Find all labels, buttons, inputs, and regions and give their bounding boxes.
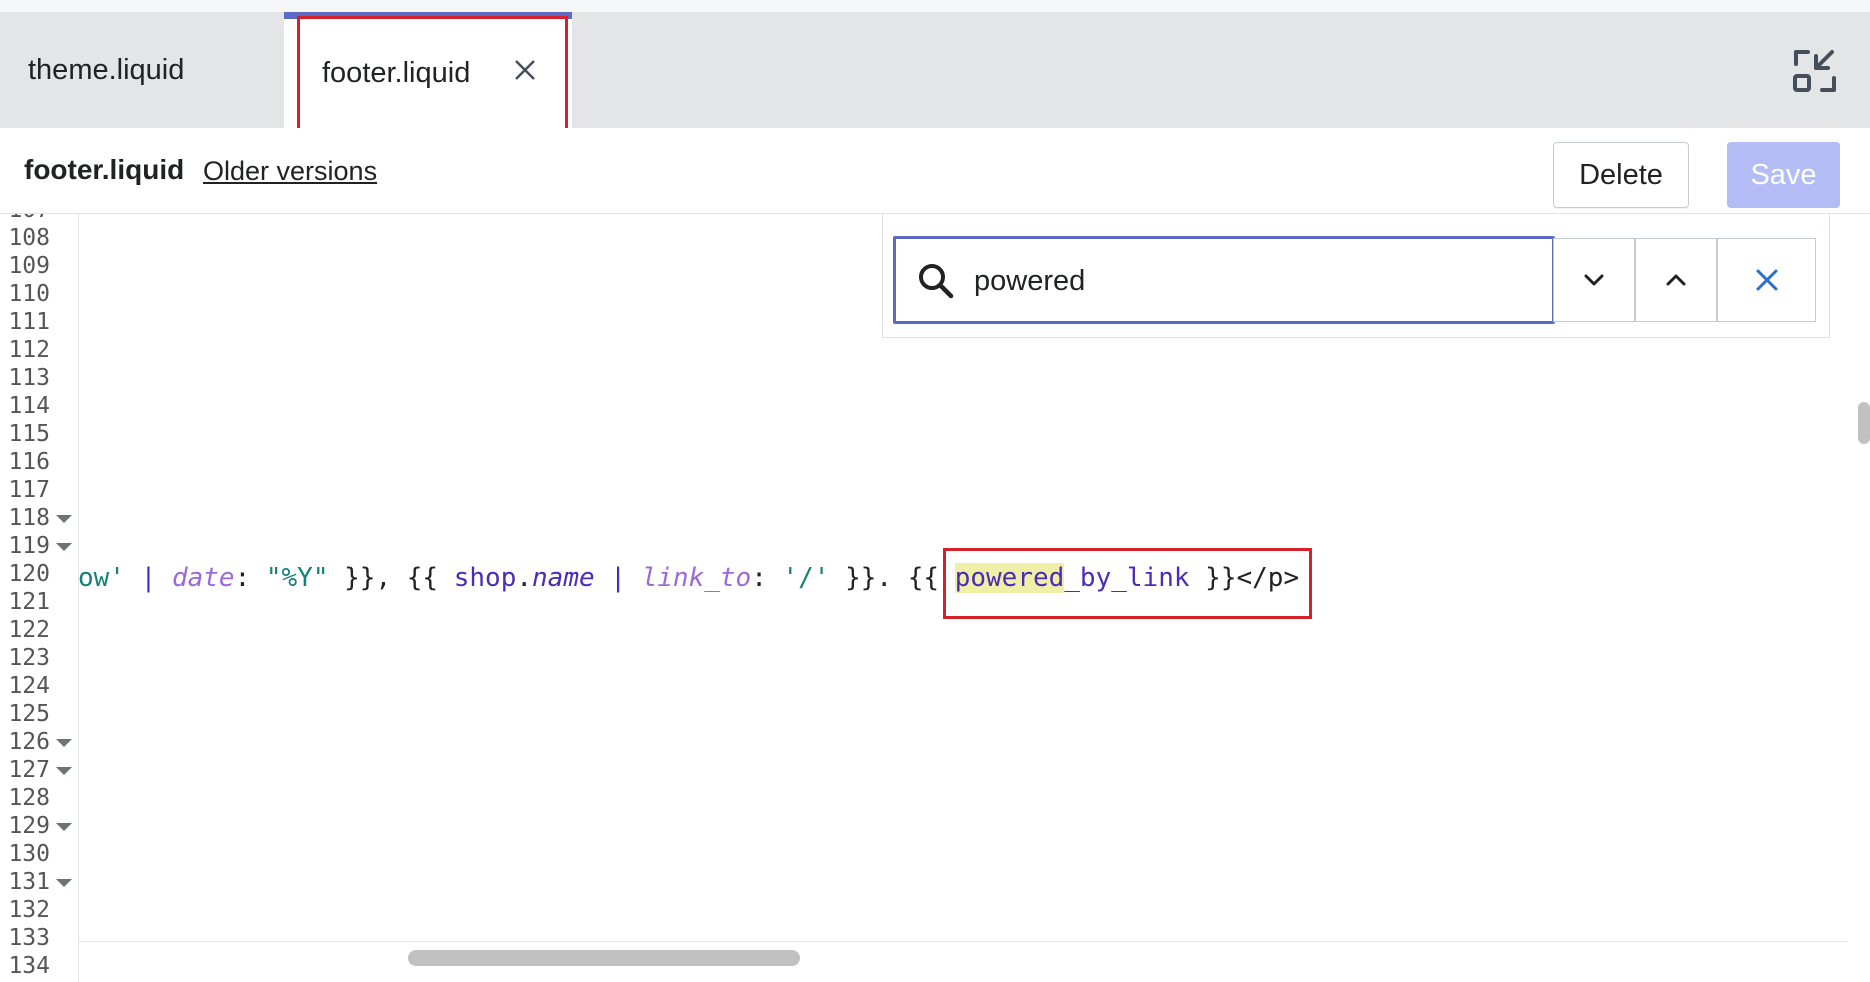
code-token: </p> bbox=[1236, 563, 1300, 593]
vertical-scrollbar[interactable] bbox=[1858, 402, 1870, 444]
close-tab-icon[interactable] bbox=[510, 55, 540, 85]
code-token: name bbox=[532, 563, 595, 593]
next-match-button[interactable] bbox=[1553, 238, 1635, 322]
line-number: 132 bbox=[8, 897, 50, 923]
search-field[interactable] bbox=[893, 236, 1555, 324]
fold-arrow-icon[interactable] bbox=[56, 739, 72, 747]
line-number: 117 bbox=[8, 477, 50, 503]
horizontal-scrollbar[interactable] bbox=[408, 950, 800, 966]
line-number: 133 bbox=[8, 925, 50, 951]
line-number: 129 bbox=[8, 813, 50, 839]
line-number: 123 bbox=[8, 645, 50, 671]
code-line-120[interactable]: ow' | date: "%Y" }}, {{ shop.name | link… bbox=[78, 563, 1299, 593]
code-token: date bbox=[171, 563, 235, 593]
line-number: 124 bbox=[8, 673, 50, 699]
chevron-up-icon bbox=[1666, 274, 1686, 286]
line-number: 120 bbox=[8, 561, 50, 587]
line-number: 131 bbox=[8, 869, 50, 895]
fold-arrow-icon[interactable] bbox=[56, 767, 72, 775]
line-number: 118 bbox=[8, 505, 50, 531]
save-button[interactable]: Save bbox=[1727, 142, 1840, 208]
line-number: 116 bbox=[8, 449, 50, 475]
tab-footer-liquid[interactable]: footer.liquid bbox=[284, 12, 572, 128]
line-number: 119 bbox=[8, 533, 50, 559]
line-number: 127 bbox=[8, 757, 50, 783]
close-search-button[interactable] bbox=[1717, 238, 1816, 322]
fold-arrow-icon[interactable] bbox=[56, 515, 72, 523]
code-token: shop bbox=[453, 563, 517, 593]
line-number: 126 bbox=[8, 729, 50, 755]
page-title: footer.liquid bbox=[24, 154, 185, 185]
code-token: }} bbox=[1189, 563, 1237, 593]
line-number: 134 bbox=[8, 953, 50, 979]
code-token: | bbox=[594, 563, 642, 593]
line-number: 109 bbox=[8, 253, 50, 279]
code-token: : bbox=[234, 563, 266, 593]
code-token: ow' bbox=[78, 563, 125, 593]
search-input[interactable] bbox=[972, 253, 1536, 309]
line-number: 112 bbox=[8, 337, 50, 363]
chevron-down-icon bbox=[1584, 274, 1604, 286]
older-versions-link[interactable]: Older versions bbox=[203, 156, 377, 187]
close-icon bbox=[1756, 269, 1777, 291]
line-number: 107 bbox=[0, 214, 50, 224]
line-number: 114 bbox=[8, 393, 50, 419]
code-token: link_to bbox=[641, 563, 752, 593]
search-icon bbox=[916, 261, 956, 301]
line-number: 128 bbox=[8, 785, 50, 811]
delete-button[interactable]: Delete bbox=[1553, 142, 1689, 208]
code-token: . bbox=[516, 563, 533, 593]
code-editor[interactable]: 1071081091101111121131141151161171181191… bbox=[0, 214, 1870, 982]
code-token: }}. {{ bbox=[829, 563, 955, 593]
line-number: 130 bbox=[8, 841, 50, 867]
code-token: }}, {{ bbox=[328, 563, 454, 593]
code-token: '/' bbox=[782, 563, 830, 593]
file-header: footer.liquid Older versions Delete Save bbox=[0, 128, 1870, 214]
code-token: _by_link bbox=[1064, 563, 1190, 593]
code-token: | bbox=[124, 563, 172, 593]
line-number: 122 bbox=[8, 617, 50, 643]
line-number: 125 bbox=[8, 701, 50, 727]
line-number: 115 bbox=[8, 421, 50, 447]
window-top-strip bbox=[0, 0, 1870, 12]
tab-label: theme.liquid bbox=[28, 53, 185, 86]
line-number: 108 bbox=[8, 225, 50, 251]
fold-arrow-icon[interactable] bbox=[56, 823, 72, 831]
fold-arrow-icon[interactable] bbox=[56, 879, 72, 887]
horizontal-scroll-track bbox=[78, 941, 1848, 942]
line-number-gutter: 1071081091101111121131141151161171181191… bbox=[0, 214, 79, 982]
line-number: 121 bbox=[8, 589, 50, 615]
fold-arrow-icon[interactable] bbox=[56, 543, 72, 551]
line-number: 111 bbox=[8, 309, 50, 335]
tab-theme-liquid[interactable]: theme.liquid bbox=[0, 12, 283, 128]
line-number: 113 bbox=[8, 365, 50, 391]
code-token: "%Y" bbox=[265, 563, 329, 593]
search-match-highlight: powered bbox=[954, 563, 1065, 593]
code-token: : bbox=[751, 563, 783, 593]
tab-label: footer.liquid bbox=[322, 57, 471, 89]
line-number: 110 bbox=[8, 281, 50, 307]
collapse-editor-icon[interactable] bbox=[1790, 46, 1840, 96]
file-tab-bar: theme.liquid footer.liquid bbox=[0, 12, 1870, 128]
previous-match-button[interactable] bbox=[1635, 238, 1717, 322]
